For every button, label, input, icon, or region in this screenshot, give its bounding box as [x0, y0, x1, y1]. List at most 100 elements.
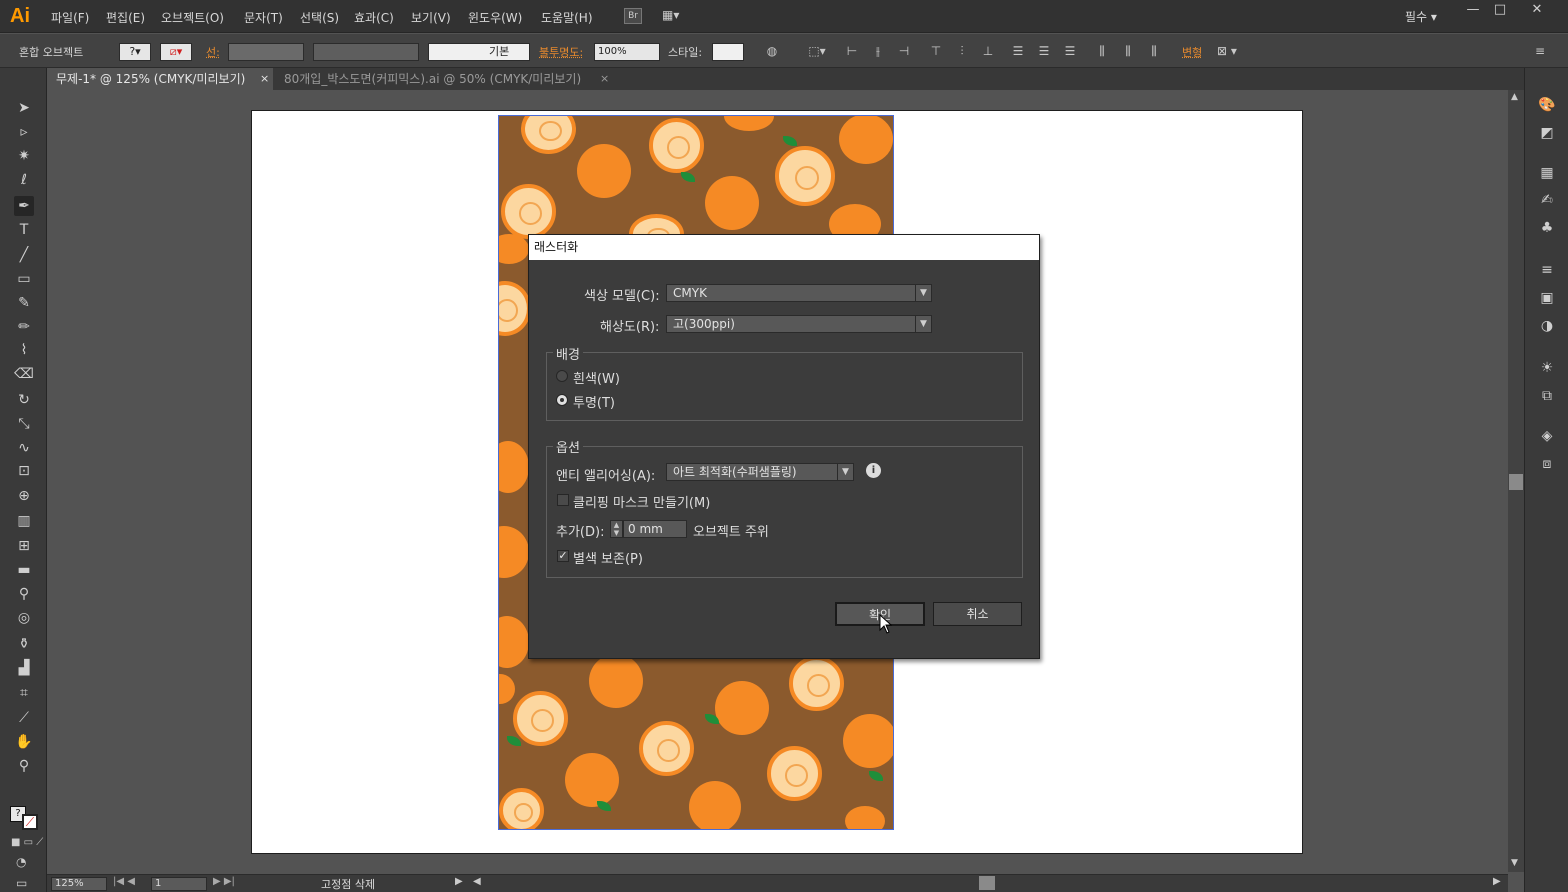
menu-type[interactable]: 문자(T)	[244, 9, 283, 26]
symbol-sprayer-tool-icon[interactable]: ⚱	[14, 634, 34, 654]
blend-tool-icon[interactable]: ◎	[14, 608, 34, 628]
align-left-icon[interactable]: ⊢	[845, 44, 859, 58]
screen-mode-icon[interactable]: ▭	[16, 876, 27, 890]
scale-tool-icon[interactable]: ⤡	[14, 414, 34, 434]
lasso-tool-icon[interactable]: ℓ	[14, 170, 34, 190]
type-tool-icon[interactable]: T	[14, 220, 34, 240]
clip-mask-checkbox[interactable]	[557, 494, 569, 506]
distribute-center-h-icon[interactable]: ⫼	[1121, 44, 1135, 58]
align-right-icon[interactable]: ⊣	[897, 44, 911, 58]
menu-object[interactable]: 오브젝트(O)	[161, 9, 224, 26]
pen-tool-icon[interactable]: ✒	[14, 196, 34, 216]
zoom-tool-icon[interactable]: ⚲	[14, 756, 34, 776]
align-top-icon[interactable]: ⊤	[929, 44, 943, 58]
artboards-icon[interactable]: ⧈	[1537, 454, 1557, 474]
menu-effect[interactable]: 효과(C)	[354, 9, 394, 26]
distribute-bottom-icon[interactable]: ☰	[1063, 44, 1077, 58]
shape-builder-tool-icon[interactable]: ⊕	[14, 486, 34, 506]
align-bottom-icon[interactable]: ⊥	[981, 44, 995, 58]
transform-label[interactable]: 변형	[1182, 44, 1202, 60]
info-icon[interactable]: i	[866, 463, 881, 478]
bg-white-radio[interactable]	[556, 370, 568, 382]
bg-transparent-label[interactable]: 투명(T)	[573, 392, 615, 411]
stroke-weight-field[interactable]	[228, 43, 304, 61]
graphic-styles-icon[interactable]: ⧉	[1537, 386, 1557, 406]
selection-tool-icon[interactable]: ➤	[14, 98, 34, 118]
fill-swatch[interactable]: ?▾	[119, 43, 151, 61]
bg-transparent-radio[interactable]	[556, 394, 568, 406]
scroll-thumb[interactable]	[1509, 474, 1523, 490]
opacity-label[interactable]: 불투명도:	[539, 44, 583, 60]
transparency-icon[interactable]: ◑	[1537, 316, 1557, 336]
menu-help[interactable]: 도움말(H)	[541, 9, 593, 26]
warp-tool-icon[interactable]: ∿	[14, 438, 34, 458]
column-graph-tool-icon[interactable]: ▟	[14, 658, 34, 678]
menu-window[interactable]: 윈도우(W)	[468, 9, 522, 26]
workspace-switcher[interactable]: 필수 ▾	[1405, 8, 1437, 25]
drawing-mode-icon[interactable]: ◔	[16, 855, 26, 869]
gradient-panel-icon[interactable]: ▣	[1537, 288, 1557, 308]
symbols-icon[interactable]: ♣	[1537, 218, 1557, 238]
panel-menu-icon[interactable]: ≡	[1533, 44, 1547, 58]
scroll-down-icon[interactable]: ▼	[1511, 858, 1518, 868]
distribute-right-icon[interactable]: ⫼	[1147, 44, 1161, 58]
scroll-up-icon[interactable]: ▲	[1511, 92, 1518, 102]
pencil-tool-icon[interactable]: ✏	[14, 317, 34, 337]
cancel-button[interactable]: 취소	[933, 602, 1022, 626]
artboard-number-field[interactable]: 1	[151, 877, 207, 891]
eraser-tool-icon[interactable]: ⌫	[14, 364, 34, 384]
spot-color-checkbox[interactable]: ✓	[557, 550, 569, 562]
distribute-center-v-icon[interactable]: ☰	[1037, 44, 1051, 58]
rectangle-tool-icon[interactable]: ▭	[14, 269, 34, 289]
isolate-icon[interactable]: ⊠ ▾	[1212, 44, 1242, 58]
vertical-scrollbar[interactable]: ▲ ▼	[1508, 90, 1524, 872]
paintbrush-tool-icon[interactable]: ✎	[14, 293, 34, 313]
color-panel-icon[interactable]: 🎨	[1537, 95, 1557, 115]
antialias-dropdown[interactable]: 아트 최적화(수퍼샘플링) ▼	[666, 463, 854, 481]
perspective-grid-tool-icon[interactable]: ▥	[14, 511, 34, 531]
opacity-field[interactable]: 100%	[594, 43, 660, 61]
magic-wand-tool-icon[interactable]: ✷	[14, 146, 34, 166]
direct-selection-tool-icon[interactable]: ▹	[14, 122, 34, 142]
minimize-button[interactable]: —	[1461, 2, 1485, 18]
menu-file[interactable]: 파일(F)	[51, 9, 89, 26]
hscroll-thumb[interactable]	[979, 876, 995, 890]
swatches-icon[interactable]: ▦	[1537, 163, 1557, 183]
tab-untitled-1[interactable]: 무제-1* @ 125% (CMYK/미리보기) ×	[47, 68, 273, 90]
clip-mask-label[interactable]: 클리핑 마스크 만들기(M)	[573, 492, 710, 511]
close-tab-icon[interactable]: ×	[600, 68, 609, 90]
brush-definition-dropdown[interactable]: 기본	[428, 43, 530, 61]
zoom-field[interactable]: 125%	[51, 877, 107, 891]
stroke-label[interactable]: 선:	[206, 44, 220, 60]
mesh-tool-icon[interactable]: ⊞	[14, 536, 34, 556]
stroke-color-swatch[interactable]: ⟋	[22, 814, 38, 830]
distribute-top-icon[interactable]: ☰	[1011, 44, 1025, 58]
slice-tool-icon[interactable]: ⟋	[14, 708, 34, 728]
color-model-dropdown[interactable]: CMYK ▼	[666, 284, 932, 302]
layers-icon[interactable]: ◈	[1537, 426, 1557, 446]
line-tool-icon[interactable]: ╱	[14, 245, 34, 265]
tab-coffeemix-box[interactable]: 80개입_박스도면(커피믹스).ai @ 50% (CMYK/미리보기) ×	[275, 68, 611, 90]
hand-tool-icon[interactable]: ✋	[14, 732, 34, 752]
graphic-style-swatch[interactable]	[712, 43, 744, 61]
close-tab-icon[interactable]: ×	[260, 68, 269, 90]
add-field[interactable]: 0 mm	[623, 520, 687, 538]
status-menu-icon[interactable]: ▶	[455, 876, 463, 887]
artboard-tool-icon[interactable]: ⌗	[14, 683, 34, 703]
maximize-button[interactable]: □	[1488, 2, 1512, 18]
align-center-v-icon[interactable]: ⫶	[955, 44, 969, 58]
scroll-left-icon[interactable]: ◀	[473, 876, 481, 887]
variable-width-dropdown[interactable]	[313, 43, 419, 61]
align-center-h-icon[interactable]: ⫲	[871, 44, 885, 58]
first-prev-artboard-icons[interactable]: |◀ ◀	[113, 876, 135, 887]
rotate-tool-icon[interactable]: ↻	[14, 390, 34, 410]
stroke-swatch[interactable]: ⧄▾	[160, 43, 192, 61]
bridge-button[interactable]: Br	[624, 8, 642, 24]
appearance-icon[interactable]: ☀	[1537, 358, 1557, 378]
resolution-dropdown[interactable]: 고(300ppi) ▼	[666, 315, 932, 333]
menu-edit[interactable]: 편집(E)	[106, 9, 145, 26]
brushes-icon[interactable]: ✍	[1537, 190, 1557, 210]
blob-brush-tool-icon[interactable]: ⌇	[14, 340, 34, 360]
menu-view[interactable]: 보기(V)	[411, 9, 451, 26]
color-mode-icons[interactable]: ■ ▭ ⟋	[11, 837, 43, 848]
